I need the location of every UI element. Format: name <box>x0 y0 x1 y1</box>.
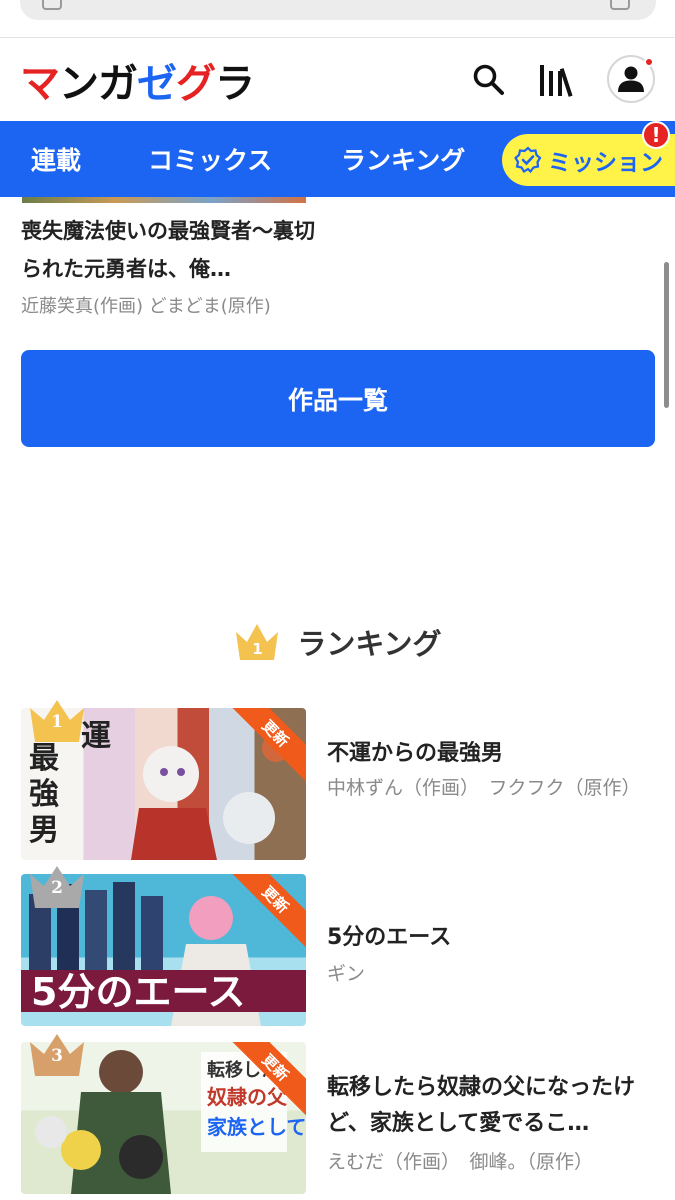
logo-char: マ <box>20 61 60 107</box>
tab-comics[interactable]: コミックス <box>148 121 272 197</box>
browser-url-bar <box>0 0 675 38</box>
tab-icon[interactable] <box>42 0 62 10</box>
verified-badge-icon <box>514 146 542 174</box>
logo-char: ラ <box>215 61 255 107</box>
logo-char: ゼ <box>137 61 177 107</box>
ranking-title: ランキング <box>297 627 442 661</box>
ranking-list-item[interactable]: 最 強 男 運 更新 1 不運からの最強男 中林ずん（作画） フクフク（原作） <box>0 700 675 868</box>
page-scrollbar[interactable] <box>664 262 669 408</box>
tab-serial[interactable]: 連載 <box>31 121 81 197</box>
logo-char: グ <box>176 61 216 107</box>
svg-text:奴隷の父: 奴隷の父 <box>206 1085 288 1109</box>
comic-author: ギン <box>327 963 366 985</box>
svg-text:強: 強 <box>29 777 59 812</box>
rank-number: 1 <box>51 712 63 732</box>
svg-text:5分のエース: 5分のエース <box>31 970 246 1014</box>
user-icon <box>618 66 644 92</box>
mission-label: ミッション <box>548 150 663 176</box>
search-icon[interactable] <box>466 57 512 103</box>
previous-item-title[interactable]: 喪失魔法使いの最強賢者〜裏切られた元勇者は、俺… <box>21 212 321 288</box>
comic-title[interactable]: 5分のエース <box>327 920 647 956</box>
all-titles-button[interactable]: 作品一覧 <box>21 350 655 447</box>
reload-icon[interactable] <box>610 0 630 10</box>
ranking-list-item[interactable]: 5分のエース 更新 2 5分のエース ギン <box>0 866 675 1034</box>
rank-number: 3 <box>51 1046 63 1066</box>
svg-text:家族として: 家族として <box>207 1115 306 1139</box>
ranking-heading: 1 ランキング <box>0 614 675 670</box>
rank-3-crown-icon: 3 <box>26 1032 88 1080</box>
comic-author: 中林ずん（作画） フクフク（原作） <box>327 777 641 799</box>
notification-dot <box>644 57 654 67</box>
comic-title[interactable]: 不運からの最強男 <box>327 736 647 772</box>
ranking-list-item[interactable]: 転移した 奴隷の父 家族として 更新 3 転移したら奴隷の父になったけど、家族と… <box>0 1034 675 1200</box>
url-field[interactable] <box>20 0 656 20</box>
main-nav: 連載 コミックス ランキング ミッション <box>0 121 675 197</box>
heading-crown-number: 1 <box>252 640 263 658</box>
comic-title[interactable]: 転移したら奴隷の父になったけど、家族として愛でるこ… <box>327 1070 647 1142</box>
site-logo[interactable]: マンガゼグラ <box>20 53 255 107</box>
svg-text:男: 男 <box>29 813 59 848</box>
tab-ranking[interactable]: ランキング <box>341 121 465 197</box>
rank-number: 2 <box>51 878 63 898</box>
library-icon[interactable] <box>534 57 580 103</box>
logo-char: ン <box>59 61 99 107</box>
site-header: マンガゼグラ <box>0 39 675 121</box>
previous-item-author: 近藤笑真(作画) どまどま(原作) <box>21 296 271 317</box>
comic-author: えむだ（作画） 御峰。（原作） <box>327 1151 594 1173</box>
svg-text:最: 最 <box>29 741 59 776</box>
rank-1-crown-icon: 1 <box>26 698 88 746</box>
mission-alert-badge: ! <box>642 121 670 149</box>
previous-item-thumbnail[interactable] <box>22 197 306 203</box>
logo-char: ガ <box>98 61 138 107</box>
rank-2-crown-icon: 2 <box>26 864 88 912</box>
crown-icon: 1 <box>233 620 281 664</box>
account-button[interactable] <box>607 55 655 103</box>
